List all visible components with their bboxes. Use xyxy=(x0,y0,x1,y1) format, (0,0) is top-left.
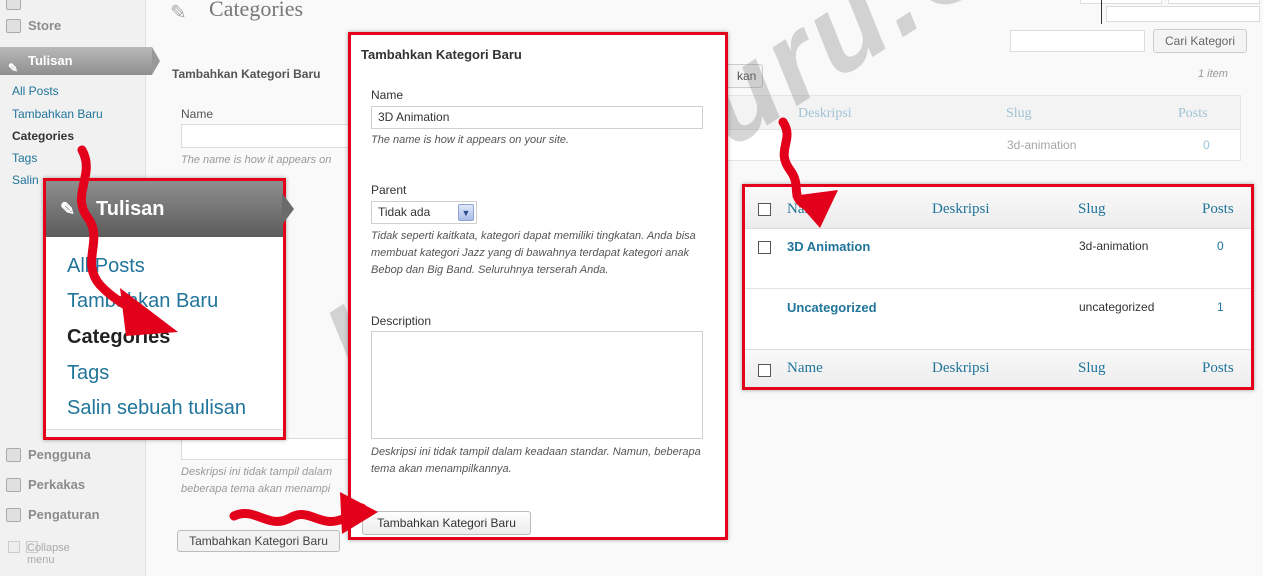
name-hint: The name is how it appears on your site. xyxy=(371,134,570,146)
menu-header-label: Tulisan xyxy=(96,198,165,220)
collapse-icon xyxy=(8,541,20,554)
add-category-form-callout: Tambahkan Kategori Baru Name 3D Animatio… xyxy=(348,32,728,540)
parent-select-value: Tidak ada xyxy=(378,205,431,219)
posts-pin-icon: ✎ xyxy=(170,2,187,24)
add-category-button-bg[interactable]: Tambahkan Kategori Baru xyxy=(177,530,340,552)
collapse-label: Collapse menu xyxy=(26,541,70,567)
select-all-checkbox-footer[interactable] xyxy=(758,364,771,377)
column-posts[interactable]: Posts xyxy=(1202,360,1234,377)
row-posts[interactable]: 0 xyxy=(1203,138,1210,152)
item-count: 1 item xyxy=(1198,68,1228,80)
column-deskripsi[interactable]: Deskripsi xyxy=(932,360,990,377)
description-hint: Deskripsi ini tidak tampil dalam keadaan… xyxy=(371,446,701,475)
categories-table-callout: Name Deskripsi Slug Posts 3D Animation 3… xyxy=(742,184,1254,390)
menu-bottom-border xyxy=(46,429,283,437)
row-checkbox[interactable] xyxy=(758,241,771,254)
column-slug[interactable]: Slug xyxy=(1078,201,1106,218)
column-name[interactable]: Name xyxy=(787,360,823,377)
collapse-menu[interactable]: Collapse menu xyxy=(8,541,70,567)
sidebar-item-tulisan[interactable]: ✎ Tulisan xyxy=(0,47,160,75)
menu-link-add-new[interactable]: Tambahkan Baru xyxy=(67,290,218,313)
menu-link-copy-post[interactable]: Salin sebuah tulisan xyxy=(67,397,246,420)
sidebar-item-label: Store xyxy=(28,18,62,33)
chevron-down-icon[interactable]: ▼ xyxy=(458,204,474,221)
sidebar-item-label: Pengguna xyxy=(28,447,91,462)
column-name[interactable]: Name xyxy=(787,201,823,218)
table-footer: Name Deskripsi Slug Posts xyxy=(745,349,1251,387)
table-row: 3D Animation 3d-animation 0 xyxy=(745,229,1251,289)
settings-icon xyxy=(6,508,21,522)
menu-tulisan-header[interactable]: ✎ Tulisan xyxy=(46,181,294,237)
screen-options-tab[interactable] xyxy=(1080,0,1162,4)
description-label: Description xyxy=(371,314,432,328)
text-cursor xyxy=(1101,0,1102,24)
column-slug[interactable]: Slug xyxy=(1078,360,1106,377)
sidebar-item-pengguna[interactable]: Pengguna xyxy=(0,442,146,468)
column-deskripsi[interactable]: Deskripsi xyxy=(798,106,852,122)
name-input[interactable]: 3D Animation xyxy=(371,106,703,129)
name-field-bg[interactable] xyxy=(181,124,349,148)
tools-icon xyxy=(6,478,21,492)
sidebar-item-pengaturan[interactable]: Pengaturan xyxy=(0,502,146,528)
page-title: Categories xyxy=(209,0,304,21)
category-slug: uncategorized xyxy=(1079,300,1155,314)
pin-icon: ✎ xyxy=(8,61,19,75)
parent-hint: Tidak seperti kaitkata, kategori dapat m… xyxy=(371,230,696,276)
menu-link-categories[interactable]: Categories xyxy=(67,326,170,349)
name-label: Name xyxy=(181,107,214,121)
add-category-button[interactable]: Tambahkan Kategori Baru xyxy=(362,511,531,535)
help-tab[interactable] xyxy=(1168,0,1260,4)
category-post-count[interactable]: 0 xyxy=(1217,239,1224,253)
sidebar-item-perkakas[interactable]: Perkakas xyxy=(0,472,146,498)
form-title: Tambahkan Kategori Baru xyxy=(361,47,522,62)
categories-table-bg: Deskripsi Slug Posts 3d-animation 0 xyxy=(727,95,1241,161)
users-icon xyxy=(6,448,21,462)
column-deskripsi[interactable]: Deskripsi xyxy=(932,201,990,218)
sidebar-item-label: Perkakas xyxy=(28,477,86,492)
column-slug[interactable]: Slug xyxy=(1006,106,1032,122)
submenu-categories[interactable]: Categories xyxy=(12,129,74,143)
search-categories-button[interactable]: Cari Kategori xyxy=(1153,29,1247,53)
parent-select[interactable]: Tidak ada ▼ xyxy=(371,201,477,224)
top-input[interactable] xyxy=(1106,6,1260,22)
column-posts[interactable]: Posts xyxy=(1178,106,1208,122)
select-all-checkbox[interactable] xyxy=(758,203,771,216)
dashboard-icon xyxy=(6,0,21,10)
store-icon xyxy=(6,19,21,33)
description-field-bg[interactable] xyxy=(181,438,351,460)
menu-link-tags[interactable]: Tags xyxy=(67,362,109,385)
column-posts[interactable]: Posts xyxy=(1202,201,1234,218)
description-hint: Deskripsi ini tidak tampil dalam beberap… xyxy=(181,466,332,495)
parent-label: Parent xyxy=(371,183,407,197)
category-name-link[interactable]: 3D Animation xyxy=(787,239,870,254)
pin-icon: ✎ xyxy=(60,199,76,219)
submenu-tags[interactable]: Tags xyxy=(12,151,37,165)
table-header: Name Deskripsi Slug Posts xyxy=(745,187,1251,229)
name-hint: The name is how it appears on xyxy=(181,154,332,166)
submenu-copy[interactable]: Salin xyxy=(12,173,39,187)
add-category-heading: Tambahkan Kategori Baru xyxy=(172,67,321,81)
category-post-count[interactable]: 1 xyxy=(1217,300,1224,314)
table-header: Deskripsi Slug Posts xyxy=(728,96,1240,130)
category-name-link[interactable]: Uncategorized xyxy=(787,300,877,315)
sidebar-item-store[interactable]: Store xyxy=(0,13,146,39)
sidebar-item-label: Pengaturan xyxy=(28,507,100,522)
submenu-add-new[interactable]: Tambahkan Baru xyxy=(12,107,103,121)
sidebar-item-label: Tulisan xyxy=(28,53,73,68)
row-slug: 3d-animation xyxy=(1007,138,1077,152)
category-slug: 3d-animation xyxy=(1079,239,1149,253)
menu-zoom-callout: ✎ Tulisan All Posts Tambahkan Baru Categ… xyxy=(43,178,294,440)
table-row: Uncategorized uncategorized 1 xyxy=(745,290,1251,350)
description-textarea[interactable] xyxy=(371,331,703,439)
menu-link-all-posts[interactable]: All Posts xyxy=(67,255,145,278)
search-input[interactable] xyxy=(1010,30,1145,52)
submenu-all-posts[interactable]: All Posts xyxy=(12,84,59,98)
name-label: Name xyxy=(371,88,404,102)
